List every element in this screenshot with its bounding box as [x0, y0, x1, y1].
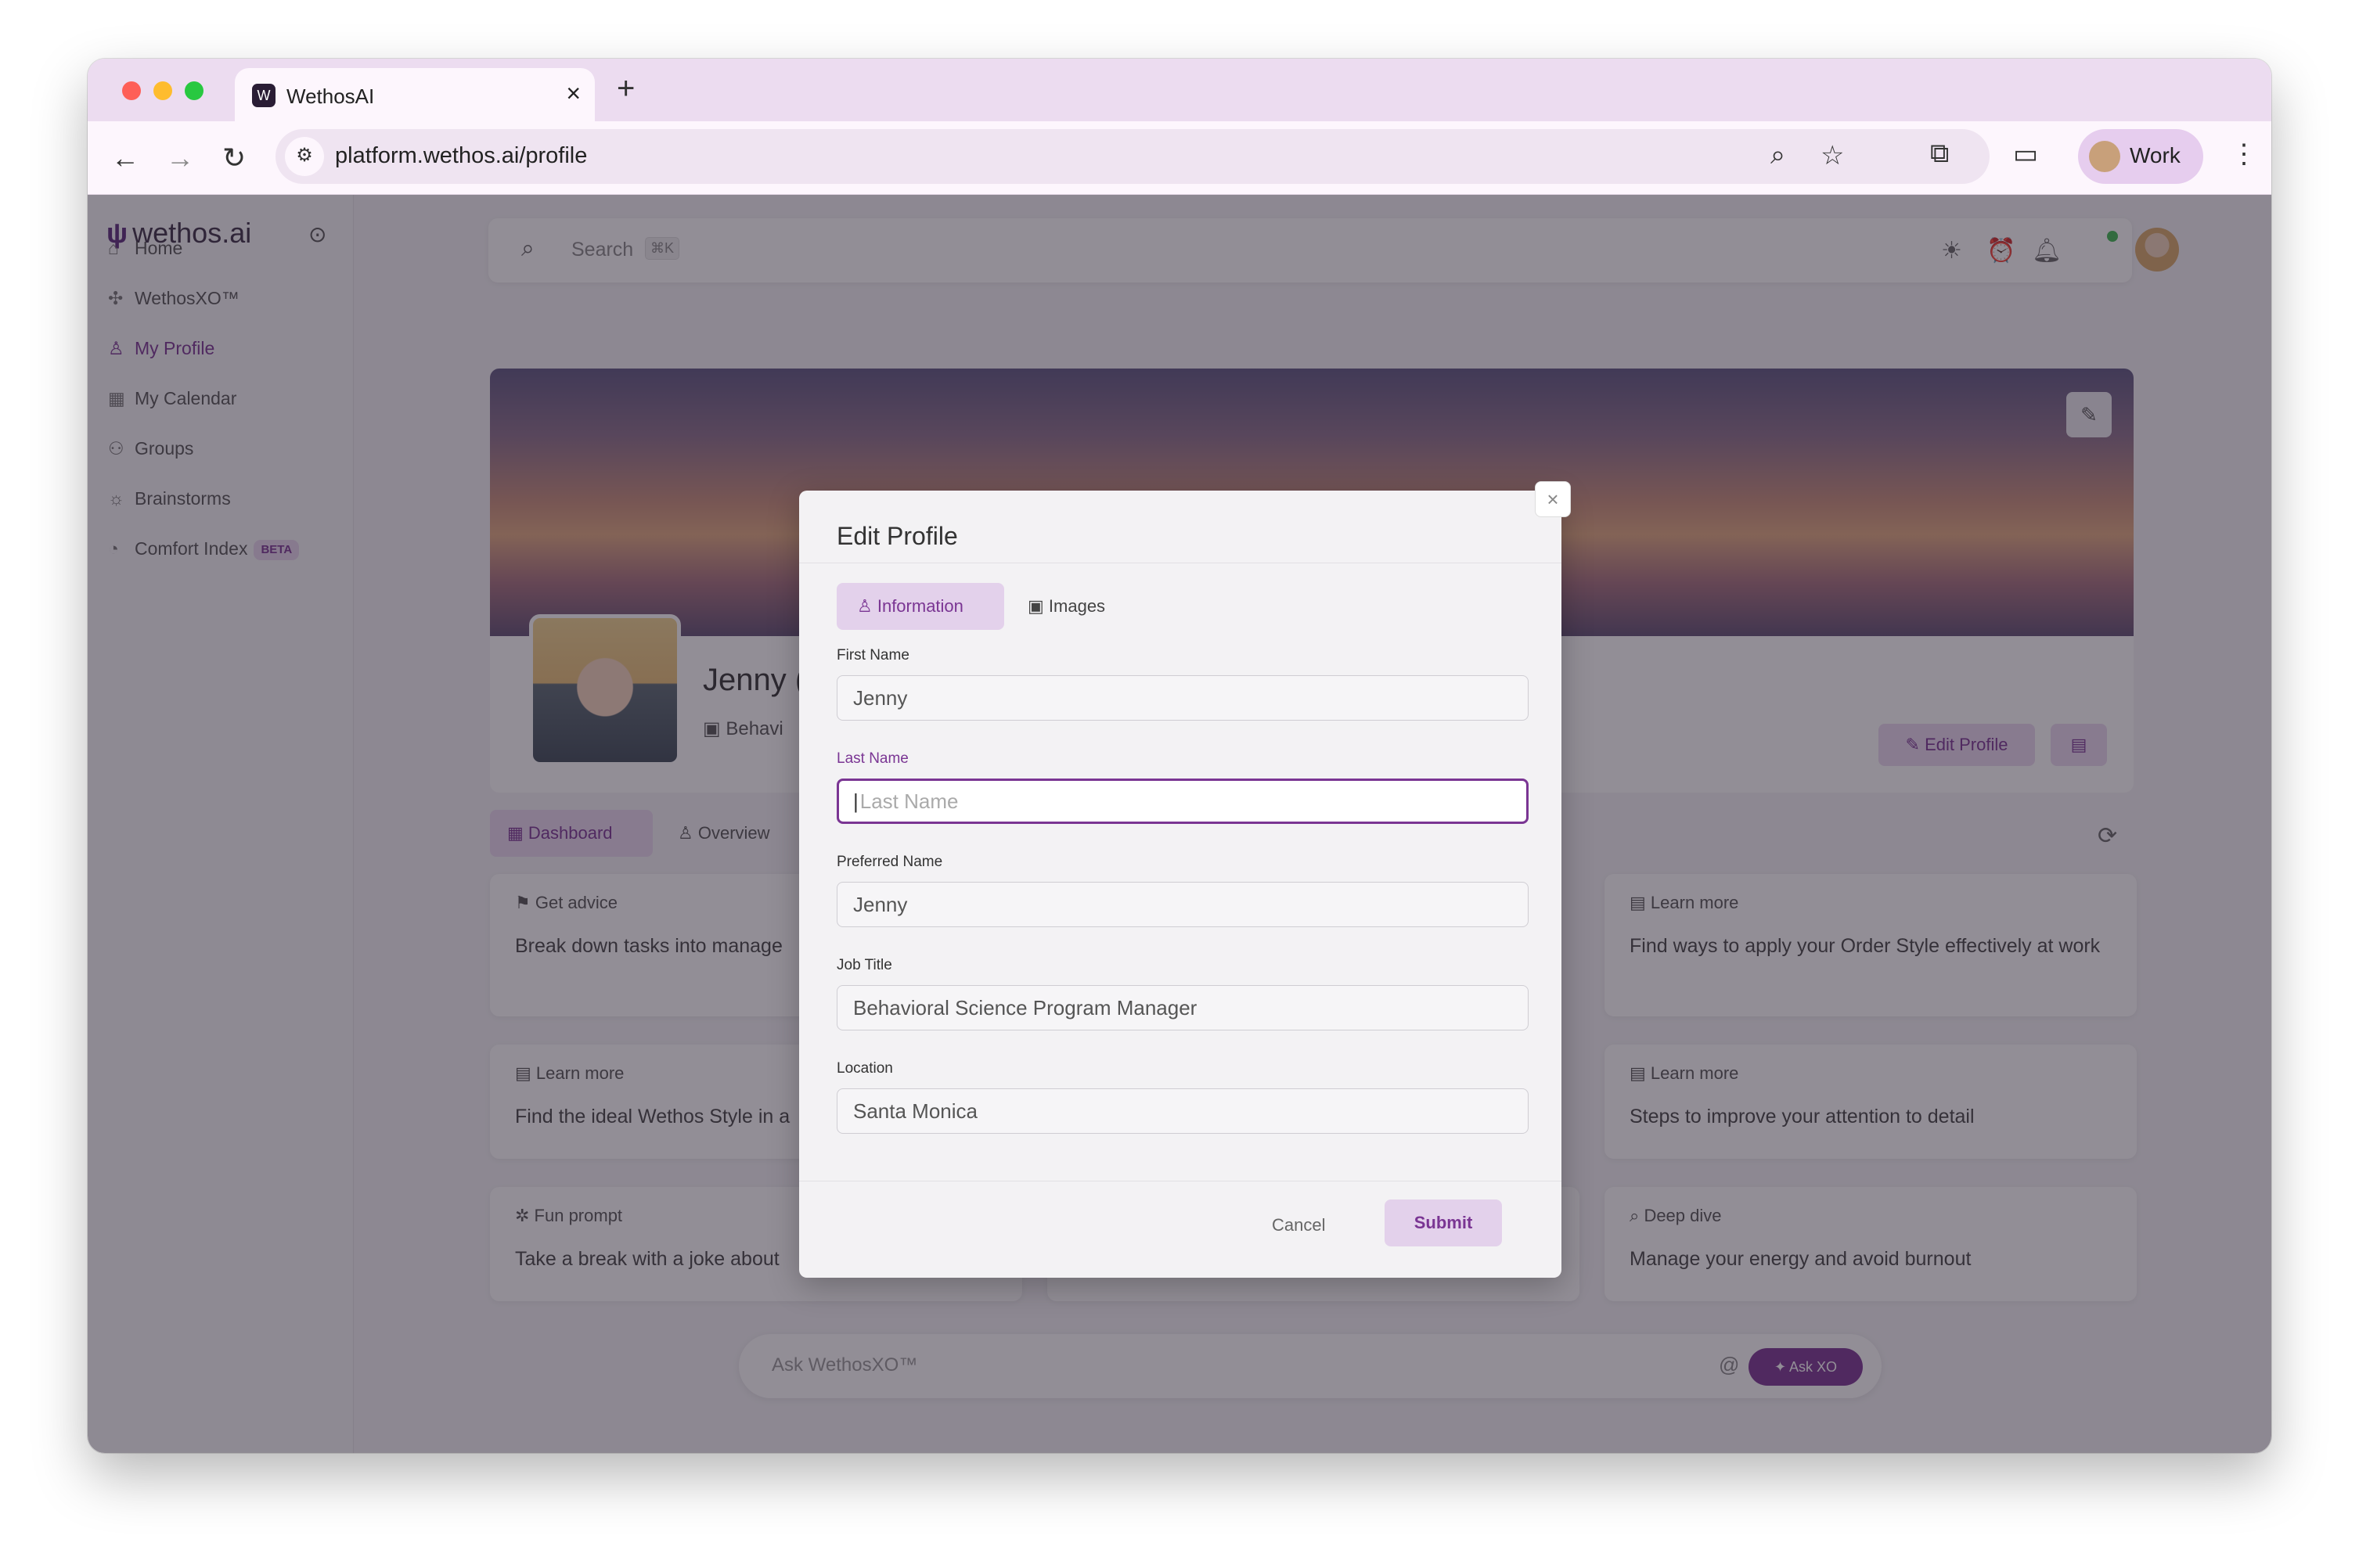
- preferred-name-label: Preferred Name: [837, 854, 943, 870]
- menu-kebab-icon[interactable]: ⋮: [2231, 138, 2257, 170]
- submit-button[interactable]: Submit: [1385, 1199, 1502, 1246]
- first-name-label: First Name: [837, 647, 909, 664]
- minimize-window-button[interactable]: [153, 81, 172, 100]
- user-icon: ♙: [857, 596, 877, 616]
- tab-label: Information: [877, 596, 963, 616]
- close-tab-icon[interactable]: ×: [566, 79, 581, 108]
- first-name-field[interactable]: Jenny: [837, 675, 1529, 721]
- zoom-icon[interactable]: ⌕: [1770, 140, 1785, 171]
- modal-title: Edit Profile: [837, 522, 958, 550]
- cancel-button[interactable]: Cancel: [1272, 1215, 1325, 1235]
- back-icon[interactable]: ←: [111, 142, 139, 174]
- close-icon[interactable]: ×: [1535, 481, 1571, 517]
- forward-icon[interactable]: →: [166, 142, 194, 174]
- cast-icon[interactable]: ▭: [2013, 138, 2038, 170]
- tab-images[interactable]: ▣ Images: [1020, 583, 1105, 630]
- wethos-logo-icon: W: [252, 84, 276, 107]
- bookmark-star-icon[interactable]: ☆: [1821, 140, 1844, 171]
- site-info-icon[interactable]: ⚙: [285, 137, 324, 176]
- tab-title: WethosAI: [286, 85, 375, 108]
- extensions-icon[interactable]: ⧉: [1930, 138, 1949, 169]
- location-label: Location: [837, 1060, 893, 1077]
- new-tab-button[interactable]: +: [617, 71, 635, 106]
- close-window-button[interactable]: [122, 81, 141, 100]
- browser-toolbar: ← → ↻ ⚙ platform.wethos.ai/profile ⌕ ☆ ⧉…: [88, 121, 2271, 195]
- browser-profile-chip[interactable]: Work: [2078, 129, 2203, 184]
- tab-label: Images: [1048, 596, 1106, 616]
- edit-profile-modal: × Edit Profile ♙ Information ▣ Images Fi…: [799, 481, 1571, 1278]
- location-field[interactable]: Santa Monica: [837, 1088, 1529, 1134]
- last-name-label: Last Name: [837, 750, 909, 767]
- reload-icon[interactable]: ↻: [222, 142, 246, 174]
- browser-tab[interactable]: W WethosAI ×: [235, 68, 595, 121]
- last-name-field[interactable]: Last Name: [837, 779, 1529, 824]
- job-title-field[interactable]: Behavioral Science Program Manager: [837, 985, 1529, 1030]
- job-title-label: Job Title: [837, 957, 892, 973]
- address-bar[interactable]: ⚙ platform.wethos.ai/profile ⌕ ☆: [276, 129, 1990, 184]
- maximize-window-button[interactable]: [185, 81, 203, 100]
- browser-tabbar: W WethosAI × +: [88, 59, 2271, 121]
- browser-window: W WethosAI × + ← → ↻ ⚙ platform.wethos.a…: [88, 59, 2271, 1453]
- image-icon: ▣: [1028, 596, 1049, 616]
- profile-label: Work: [2130, 143, 2181, 167]
- app-content: ψwethos.ai ⊙ ⌂Home ✣WethosXO™ ♙My Profil…: [88, 195, 2271, 1453]
- tab-information[interactable]: ♙ Information: [837, 583, 1004, 630]
- url-text: platform.wethos.ai/profile: [335, 143, 588, 168]
- preferred-name-field[interactable]: Jenny: [837, 882, 1529, 927]
- avatar: [2089, 141, 2120, 172]
